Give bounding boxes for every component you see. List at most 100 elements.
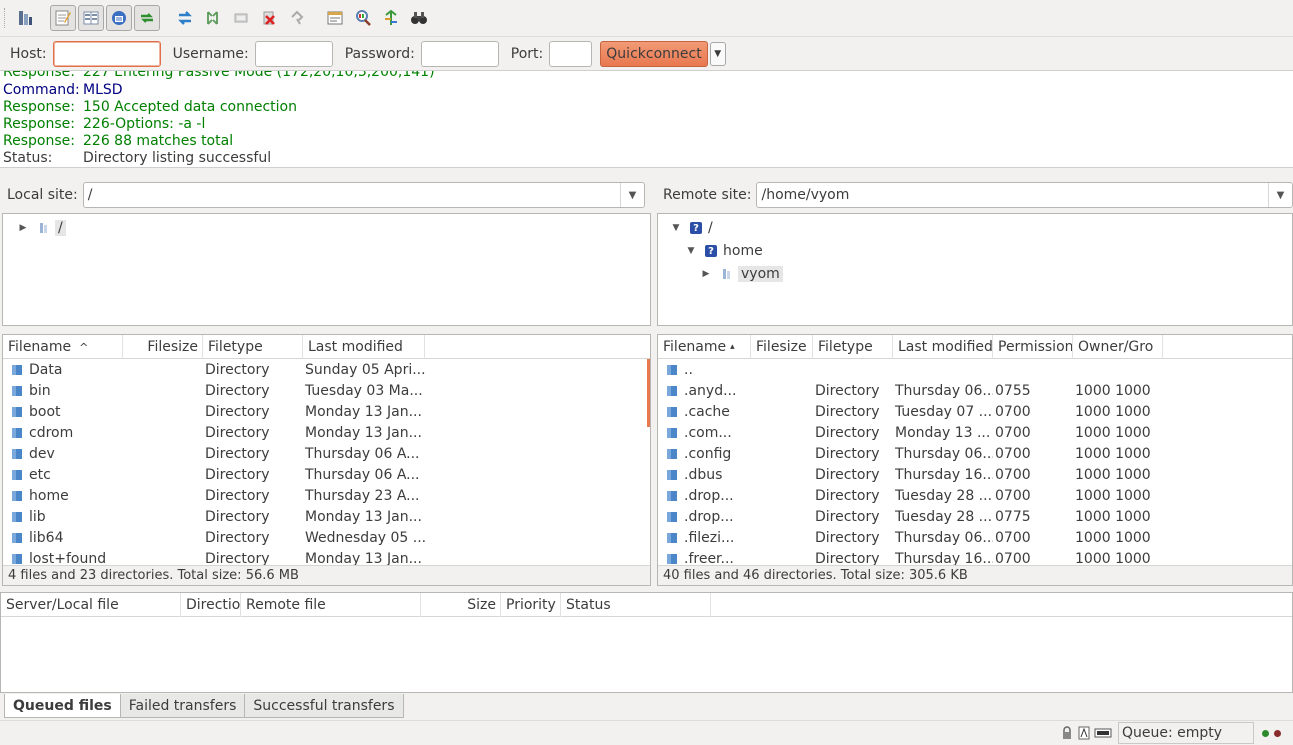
remote-file-list[interactable]: Filename ▴ Filesize Filetype Last modifie…	[657, 334, 1293, 586]
table-row[interactable]: .anyd... Directory Thursday 06... 0755 1000 …	[658, 380, 1163, 401]
local-directory-tree[interactable]: ▶ /	[2, 213, 651, 326]
cell-filesize	[751, 485, 813, 506]
folder-icon	[667, 553, 677, 564]
remote-site-path-combo[interactable]: /home/vyom ▼	[756, 182, 1293, 208]
folder-icon	[12, 553, 22, 564]
compare-directories-button[interactable]	[350, 5, 376, 31]
log-kind: Command:	[3, 82, 80, 98]
column-filetype[interactable]: Filetype	[203, 335, 303, 359]
chevron-down-icon[interactable]: ▼	[1268, 183, 1292, 207]
table-row[interactable]: lib64 Directory Wednesday 05 ...	[3, 527, 425, 548]
toolbar-grip[interactable]	[4, 7, 8, 28]
message-log-toggle-icon	[55, 10, 71, 25]
column-last-modified[interactable]: Last modified	[893, 335, 993, 359]
folder-icon	[667, 448, 677, 459]
expand-arrow-icon[interactable]: ▶	[17, 223, 29, 233]
column-permission[interactable]: Permission	[993, 335, 1073, 359]
column-filename[interactable]: Filename ▴	[658, 335, 751, 359]
cell-last-modified: Tuesday 07 ...	[895, 403, 993, 420]
folder-icon	[12, 406, 22, 417]
cell-filename: .config	[684, 445, 732, 462]
directory-filters-button[interactable]	[322, 5, 348, 31]
directory-tree-toggle-button[interactable]	[78, 4, 104, 31]
disconnect-button[interactable]	[228, 5, 254, 31]
host-input[interactable]	[52, 40, 161, 67]
message-log-toggle-button[interactable]	[50, 4, 76, 31]
process-queue-button[interactable]	[172, 5, 198, 31]
port-input[interactable]	[549, 40, 593, 67]
cell-filetype: Directory	[205, 445, 270, 462]
chevron-down-icon[interactable]: ▼	[620, 183, 644, 207]
table-row[interactable]: .filezi... Directory Thursday 06... 0700 100…	[658, 527, 1163, 548]
cell-last-modified: Thursday 23 A...	[305, 487, 420, 504]
stop-button[interactable]	[256, 5, 282, 31]
cancel-operation-button[interactable]	[200, 5, 226, 31]
column-owner-group[interactable]: Owner/Gro	[1073, 335, 1163, 359]
column-priority[interactable]: Priority	[501, 593, 561, 617]
column-filename[interactable]: Filename ^	[3, 335, 123, 359]
column-filetype[interactable]: Filetype	[813, 335, 893, 359]
table-row[interactable]: etc Directory Thursday 06 A...	[3, 464, 425, 485]
folder-icon	[667, 490, 677, 501]
table-row[interactable]: home Directory Thursday 23 A...	[3, 485, 425, 506]
column-status[interactable]: Status	[561, 593, 711, 617]
cell-filetype: Directory	[815, 445, 880, 462]
tree-node[interactable]: ▼ ? home	[685, 240, 763, 262]
message-log[interactable]: Response: 227 Entering Passive Mode (172,…	[0, 70, 1293, 168]
column-last-modified[interactable]: Last modified	[303, 335, 425, 359]
column-filesize[interactable]: Filesize	[123, 335, 203, 359]
column-size[interactable]: Size	[421, 593, 501, 617]
table-row[interactable]: bin Directory Tuesday 03 Ma...	[3, 380, 425, 401]
table-row[interactable]: cdrom Directory Monday 13 Jan...	[3, 422, 425, 443]
binoculars-icon	[411, 11, 427, 24]
expand-arrow-icon[interactable]: ▶	[700, 269, 712, 279]
local-site-path-combo[interactable]: / ▼	[82, 182, 645, 208]
table-row[interactable]: dev Directory Thursday 06 A...	[3, 443, 425, 464]
username-input[interactable]	[254, 40, 333, 67]
cell-last-modified: Monday 13 Jan...	[305, 508, 422, 525]
table-row[interactable]: .cache Directory Tuesday 07 ... 0700 1000 10…	[658, 401, 1163, 422]
collapse-arrow-icon[interactable]: ▼	[685, 246, 697, 256]
table-row[interactable]: .dbus Directory Thursday 16... 0700 1000 100…	[658, 464, 1163, 485]
tab-queued-files[interactable]: Queued files	[4, 694, 121, 718]
remote-directory-tree[interactable]: ▼ ? / ▼ ? home ▶ vyom	[657, 213, 1293, 326]
cell-filename: bin	[29, 382, 51, 399]
refresh-button[interactable]	[134, 4, 160, 31]
tab-failed-transfers[interactable]: Failed transfers	[119, 694, 246, 718]
cell-filetype: Directory	[205, 487, 270, 504]
log-text: 226-Options: -a -l	[83, 116, 206, 132]
table-row[interactable]: boot Directory Monday 13 Jan...	[3, 401, 425, 422]
quickconnect-history-dropdown[interactable]: ▼	[709, 41, 726, 66]
table-row[interactable]: .drop... Directory Tuesday 28 ... 0775 1000 …	[658, 506, 1163, 527]
site-manager-icon	[19, 10, 32, 25]
transfer-queue[interactable]: Server/Local file Directio Remote file S…	[0, 592, 1293, 693]
site-manager-button[interactable]	[12, 5, 38, 31]
transfer-queue-toggle-button[interactable]	[106, 4, 132, 31]
reconnect-button[interactable]	[284, 5, 310, 31]
table-row[interactable]: Data Directory Sunday 05 Apri...	[3, 359, 425, 380]
unknown-folder-icon: ?	[690, 222, 702, 234]
tree-node[interactable]: ▶ /	[17, 217, 66, 239]
table-row[interactable]: .com... Directory Monday 13 ... 0700 1000 10…	[658, 422, 1163, 443]
column-filesize[interactable]: Filesize	[751, 335, 813, 359]
table-row[interactable]: .config Directory Thursday 06... 0700 1000 1…	[658, 443, 1163, 464]
tab-successful-transfers[interactable]: Successful transfers	[244, 694, 404, 718]
table-row[interactable]: ..	[658, 359, 1163, 380]
tree-node[interactable]: ▼ ? /	[670, 217, 713, 239]
quickconnect-button[interactable]: Quickconnect	[600, 40, 708, 67]
column-server-local-file[interactable]: Server/Local file	[1, 593, 181, 617]
cell-filename: lib64	[29, 529, 64, 546]
local-file-list[interactable]: Filename ^ Filesize Filetype Last modifie…	[2, 334, 651, 586]
sync-browsing-button[interactable]	[378, 5, 404, 31]
tree-node[interactable]: ▶ vyom	[700, 263, 783, 285]
password-input[interactable]	[420, 40, 499, 67]
column-remote-file[interactable]: Remote file	[241, 593, 421, 617]
column-direction[interactable]: Directio	[181, 593, 241, 617]
cell-filename: boot	[29, 403, 61, 420]
collapse-arrow-icon[interactable]: ▼	[670, 223, 682, 233]
local-site-bar: Local site: / ▼	[0, 176, 651, 214]
scrollbar-thumb[interactable]	[647, 359, 650, 427]
table-row[interactable]: lib Directory Monday 13 Jan...	[3, 506, 425, 527]
search-files-button[interactable]	[406, 5, 432, 31]
table-row[interactable]: .drop... Directory Tuesday 28 ... 0700 1000 …	[658, 485, 1163, 506]
